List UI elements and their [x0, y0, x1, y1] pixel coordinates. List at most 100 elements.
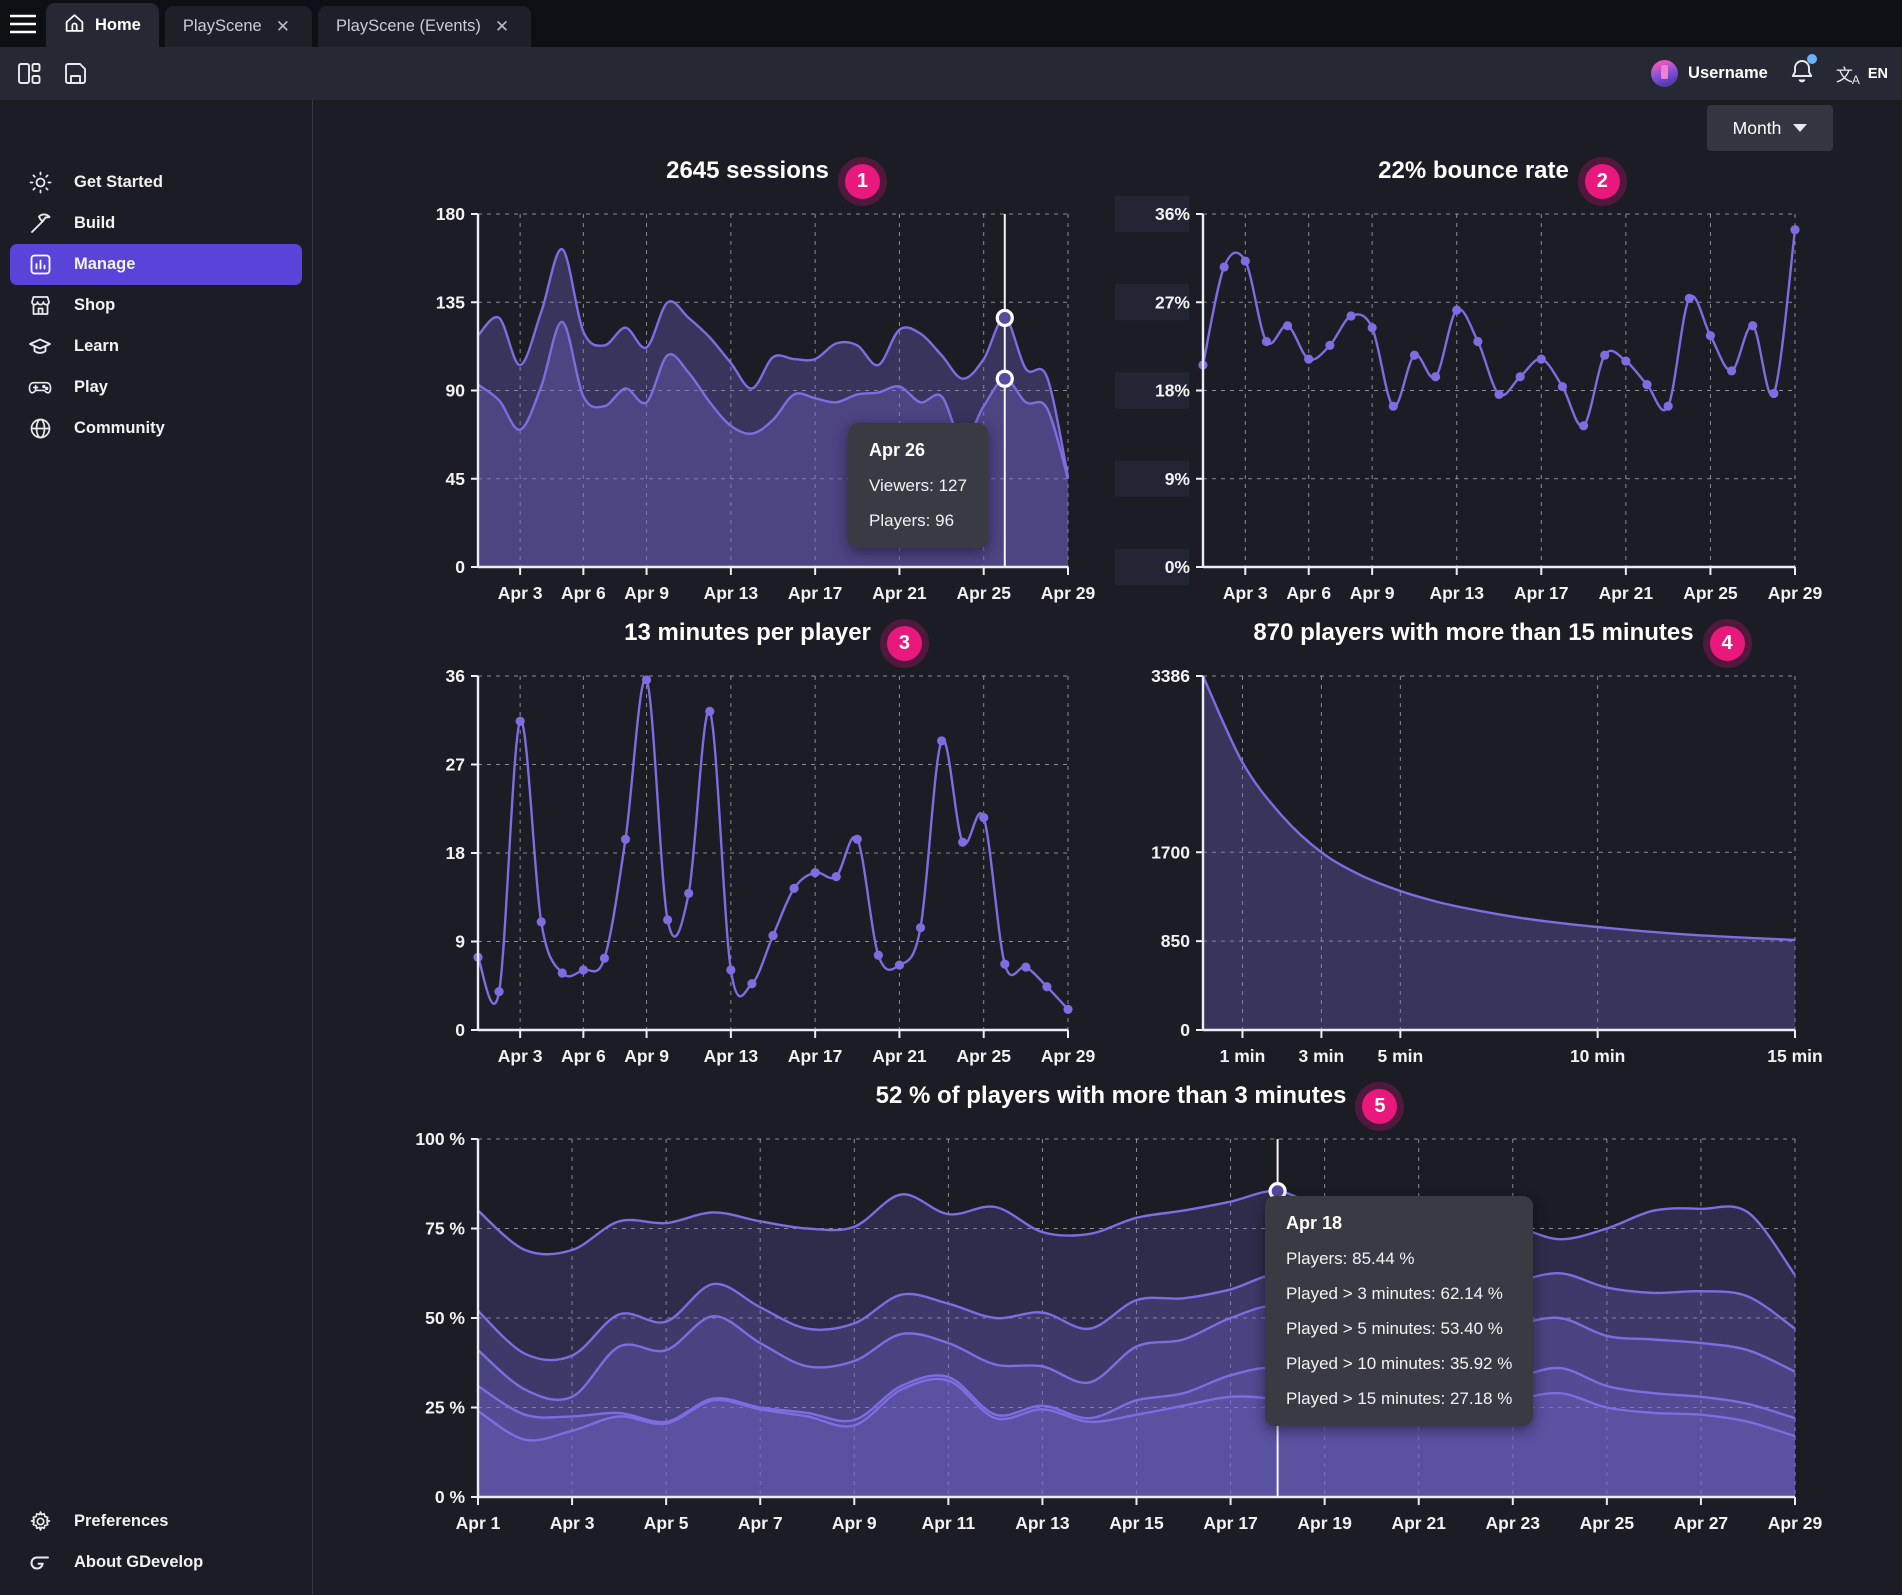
save-icon[interactable] — [58, 57, 92, 91]
chevron-down-icon — [1793, 124, 1807, 132]
svg-text:Apr 19: Apr 19 — [1297, 1513, 1352, 1533]
svg-text:36%: 36% — [1155, 204, 1190, 224]
sidebar-item-get-started[interactable]: Get Started — [10, 162, 302, 203]
chart-tooltip: Apr 26Viewers: 127Players: 96 — [848, 423, 988, 548]
svg-text:135: 135 — [436, 292, 465, 312]
svg-text:Apr 5: Apr 5 — [644, 1513, 689, 1533]
svg-text:10 min: 10 min — [1570, 1046, 1625, 1066]
svg-text:Apr 29: Apr 29 — [1041, 583, 1096, 603]
sidebar-item-shop[interactable]: Shop — [10, 285, 302, 326]
sidebar-item-play[interactable]: Play — [10, 367, 302, 408]
tab-label: PlayScene — [183, 17, 262, 36]
sidebar-item-label: Get Started — [74, 173, 163, 192]
step-badge[interactable]: 2 — [1585, 164, 1620, 199]
language-selector[interactable]: 文A EN — [1836, 61, 1888, 87]
svg-text:Apr 15: Apr 15 — [1109, 1513, 1164, 1533]
tab-playscene[interactable]: PlayScene ✕ — [165, 6, 312, 47]
user-profile-button[interactable]: Username — [1651, 60, 1768, 87]
sidebar-item-manage[interactable]: Manage — [10, 244, 302, 285]
svg-text:75 %: 75 % — [425, 1219, 465, 1239]
svg-text:Apr 17: Apr 17 — [788, 583, 842, 603]
avatar — [1651, 60, 1678, 87]
notifications-button[interactable] — [1790, 58, 1814, 89]
close-icon[interactable]: ✕ — [491, 15, 513, 39]
svg-text:Apr 17: Apr 17 — [1514, 583, 1568, 603]
chart-title: 52 % of players with more than 3 minutes… — [478, 1082, 1795, 1124]
svg-text:Apr 3: Apr 3 — [550, 1513, 595, 1533]
svg-text:Apr 17: Apr 17 — [788, 1046, 842, 1066]
step-badge[interactable]: 1 — [845, 164, 880, 199]
svg-text:0: 0 — [455, 1020, 465, 1040]
chart-title: 22% bounce rate2 — [1203, 157, 1795, 199]
sidebar-item-label: Community — [74, 419, 165, 438]
svg-text:Apr 9: Apr 9 — [624, 1046, 669, 1066]
period-dropdown[interactable]: Month — [1707, 105, 1833, 151]
chart-title: 13 minutes per player3 — [478, 619, 1068, 661]
tab-playscene-events[interactable]: PlayScene (Events) ✕ — [318, 6, 531, 47]
svg-text:5 min: 5 min — [1377, 1046, 1423, 1066]
language-code: EN — [1868, 66, 1888, 82]
sidebar-item-build[interactable]: Build — [10, 203, 302, 244]
step-badge[interactable]: 4 — [1710, 626, 1745, 661]
close-icon[interactable]: ✕ — [272, 15, 294, 39]
tab-home[interactable]: Home — [46, 3, 159, 47]
svg-text:Apr 9: Apr 9 — [624, 583, 669, 603]
svg-text:27%: 27% — [1155, 292, 1190, 312]
svg-text:Apr 27: Apr 27 — [1674, 1513, 1728, 1533]
svg-text:180: 180 — [436, 204, 465, 224]
svg-text:Apr 3: Apr 3 — [498, 1046, 543, 1066]
svg-text:Apr 6: Apr 6 — [561, 1046, 606, 1066]
svg-text:Apr 13: Apr 13 — [704, 1046, 759, 1066]
panels-layout-icon[interactable] — [12, 57, 46, 91]
svg-text:Apr 13: Apr 13 — [1429, 583, 1484, 603]
sidebar-item-community[interactable]: Community — [10, 408, 302, 449]
chart-bounce-rate: 22% bounce rate236%27%18%9%0%Apr 3Apr 6A… — [1203, 214, 1795, 567]
svg-text:Apr 25: Apr 25 — [1683, 583, 1738, 603]
svg-text:15 min: 15 min — [1767, 1046, 1822, 1066]
chart-sessions: 2645 sessions118013590450Apr 3Apr 6Apr 9… — [478, 214, 1068, 567]
svg-text:3386: 3386 — [1151, 666, 1190, 686]
hammer-icon — [28, 212, 52, 236]
svg-text:100 %: 100 % — [415, 1129, 465, 1149]
chart-minutes-per-player: 13 minutes per player336271890Apr 3Apr 6… — [478, 676, 1068, 1030]
sidebar-item-preferences[interactable]: Preferences — [10, 1501, 302, 1542]
svg-text:Apr 9: Apr 9 — [1350, 583, 1395, 603]
svg-text:Apr 25: Apr 25 — [1580, 1513, 1635, 1533]
svg-text:Apr 7: Apr 7 — [738, 1513, 783, 1533]
gamepad-icon — [28, 376, 52, 400]
svg-text:25 %: 25 % — [425, 1398, 465, 1418]
chart-retention: 52 % of players with more than 3 minutes… — [478, 1139, 1795, 1497]
chart-title: 2645 sessions1 — [478, 157, 1068, 199]
sidebar-item-label: Shop — [74, 296, 115, 315]
translate-icon: 文A — [1836, 61, 1859, 87]
svg-text:36: 36 — [446, 666, 466, 686]
svg-text:9: 9 — [455, 932, 465, 952]
svg-text:850: 850 — [1161, 931, 1190, 951]
sidebar-item-label: About GDevelop — [74, 1553, 203, 1572]
svg-text:1700: 1700 — [1151, 842, 1190, 862]
chart-title: 870 players with more than 15 minutes4 — [1203, 619, 1795, 661]
sidebar: Get Started Build Manage Shop Learn — [0, 100, 313, 1595]
home-icon — [64, 13, 85, 38]
svg-text:Apr 23: Apr 23 — [1486, 1513, 1541, 1533]
sidebar-item-label: Learn — [74, 337, 119, 356]
svg-text:Apr 6: Apr 6 — [1286, 583, 1331, 603]
svg-text:Apr 13: Apr 13 — [1015, 1513, 1070, 1533]
svg-text:45: 45 — [446, 469, 466, 489]
sidebar-item-learn[interactable]: Learn — [10, 326, 302, 367]
svg-text:Apr 3: Apr 3 — [498, 583, 543, 603]
svg-text:Apr 9: Apr 9 — [832, 1513, 877, 1533]
svg-text:90: 90 — [446, 381, 466, 401]
svg-text:Apr 1: Apr 1 — [456, 1513, 501, 1533]
sidebar-item-label: Manage — [74, 255, 135, 274]
sidebar-footer: Preferences About GDevelop — [0, 1501, 312, 1583]
step-badge[interactable]: 3 — [887, 626, 922, 661]
tab-label: Home — [95, 16, 141, 35]
step-badge[interactable]: 5 — [1362, 1089, 1397, 1124]
chart-players-over-15min: 870 players with more than 15 minutes433… — [1203, 676, 1795, 1030]
sidebar-item-about[interactable]: About GDevelop — [10, 1542, 302, 1583]
menu-icon[interactable] — [0, 0, 46, 47]
svg-text:Apr 25: Apr 25 — [956, 1046, 1011, 1066]
svg-text:0 %: 0 % — [435, 1487, 466, 1507]
svg-text:Apr 21: Apr 21 — [872, 1046, 927, 1066]
